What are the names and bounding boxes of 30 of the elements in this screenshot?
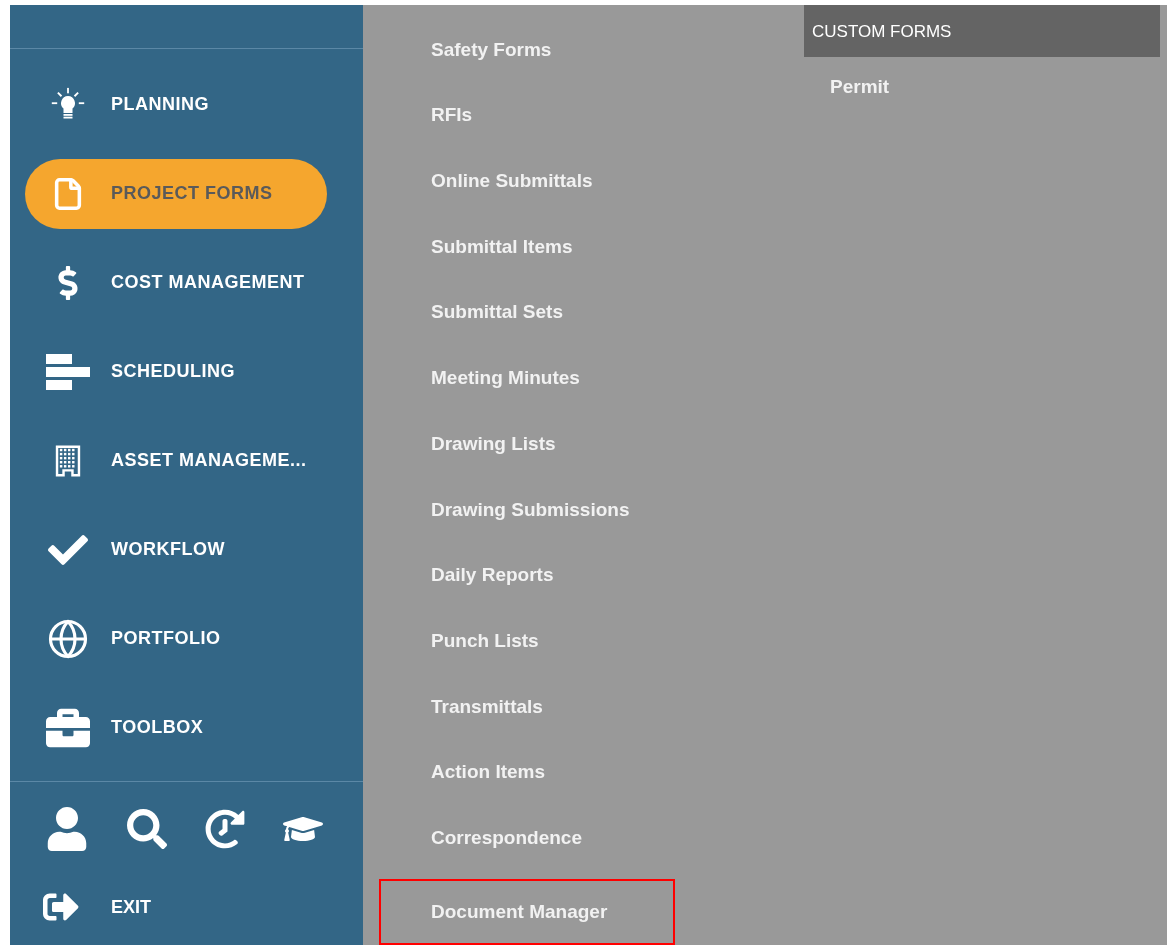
sidebar-item[interactable]: COST MANAGEMENT xyxy=(25,247,327,318)
menu-item[interactable]: Submittal Sets xyxy=(363,279,804,346)
menu-item[interactable]: Transmittals xyxy=(363,674,804,740)
history-icon[interactable] xyxy=(205,808,245,849)
sidebar-item[interactable]: PROJECT FORMS xyxy=(25,158,327,229)
sidebar-item[interactable]: TOOLBOX xyxy=(25,692,327,763)
menu-item[interactable]: Meeting Minutes xyxy=(363,345,804,412)
sidebar-item[interactable]: PLANNING xyxy=(25,69,327,140)
exit-button[interactable]: EXIT xyxy=(10,875,363,939)
user-icon[interactable] xyxy=(45,806,89,851)
menu-item[interactable]: Punch Lists xyxy=(363,608,804,675)
menu-item[interactable]: Document Manager xyxy=(379,879,675,945)
menu-item[interactable]: Online Submittals xyxy=(363,148,804,215)
sidebar-item[interactable]: PORTFOLIO xyxy=(25,603,327,674)
menu-item[interactable]: Drawing Lists xyxy=(363,411,804,477)
sidebar-item[interactable]: ASSET MANAGEME... xyxy=(25,425,327,496)
menu-item[interactable]: Permit xyxy=(804,57,1160,111)
menu-item[interactable]: Safety Forms xyxy=(363,17,804,83)
search-icon[interactable] xyxy=(127,808,167,849)
menu-item[interactable]: Correspondence xyxy=(363,805,804,872)
menu-item[interactable]: Drawing Submissions xyxy=(363,476,804,543)
sidebar-item[interactable]: SCHEDULING xyxy=(25,336,327,407)
menu-item[interactable]: Submittal Items xyxy=(363,214,804,280)
menu-item[interactable]: Daily Reports xyxy=(363,542,804,609)
custom-forms-header: CUSTOM FORMS xyxy=(804,5,1160,57)
menu-item[interactable]: RFIs xyxy=(363,82,804,149)
menu-item[interactable]: Action Items xyxy=(363,739,804,806)
sidebar-item[interactable]: WORKFLOW xyxy=(25,514,327,585)
globe-icon xyxy=(47,617,89,660)
bars-icon xyxy=(46,353,90,390)
